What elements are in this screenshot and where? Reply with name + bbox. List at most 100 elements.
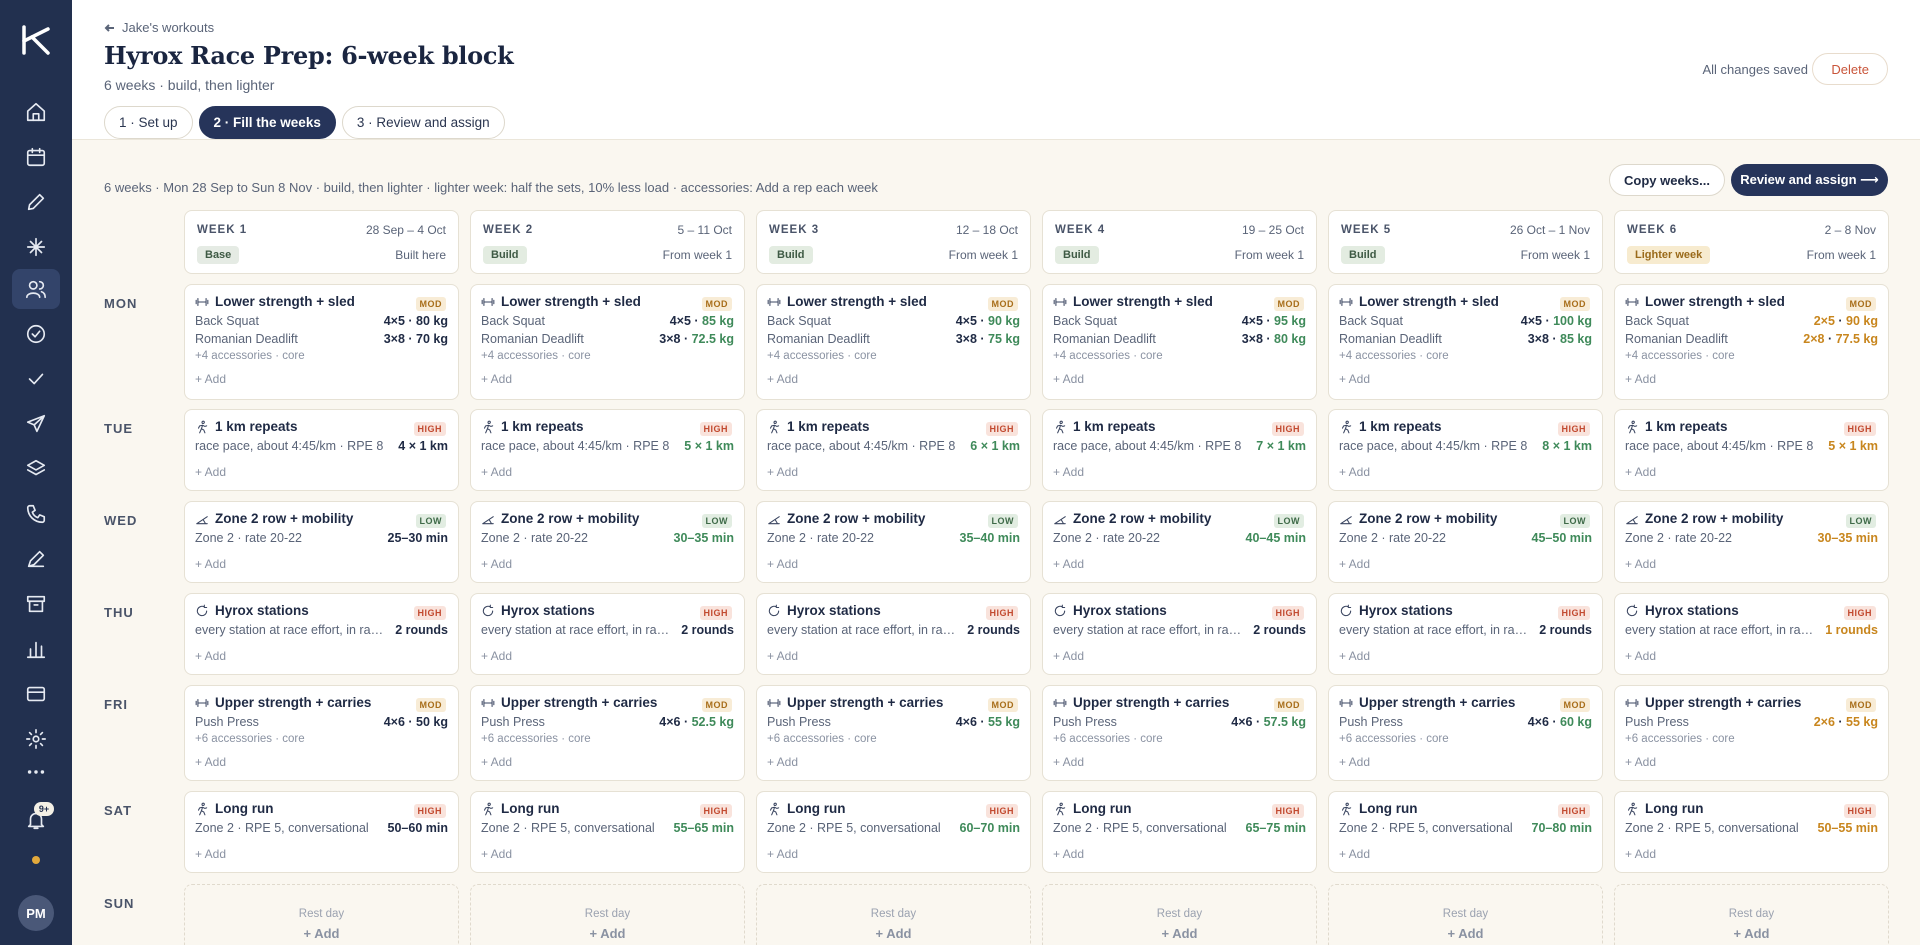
add-exercise-button[interactable]: + Add: [1053, 649, 1084, 663]
session-card[interactable]: Long run HIGH Zone 2 · RPE 5, conversation…: [470, 791, 745, 873]
session-card[interactable]: Hyrox stations HIGH every station at race …: [184, 593, 459, 675]
session-card[interactable]: 1 km repeats HIGH race pace, about 4:45/km…: [184, 409, 459, 491]
add-exercise-button[interactable]: + Add: [1625, 649, 1656, 663]
nav-library[interactable]: [12, 449, 60, 489]
add-exercise-button[interactable]: + Add: [481, 465, 512, 479]
session-card[interactable]: Lower strength + sled MOD Back Squat 4×5 · …: [184, 284, 459, 400]
copy-weeks-button[interactable]: Copy weeks...: [1609, 164, 1725, 196]
add-exercise-button[interactable]: + Add: [767, 557, 798, 571]
add-exercise-button[interactable]: + Add: [1053, 755, 1084, 769]
nav-progress[interactable]: [12, 314, 60, 354]
session-card[interactable]: Long run HIGH Zone 2 · RPE 5, conversation…: [1042, 791, 1317, 873]
session-card[interactable]: Lower strength + sled MOD Back Squat 4×5 · …: [1328, 284, 1603, 400]
session-card[interactable]: Upper strength + carries MOD Push Press 4×6…: [756, 685, 1031, 781]
nav-more[interactable]: [12, 752, 60, 792]
add-exercise-button[interactable]: + Add: [195, 847, 226, 861]
session-card[interactable]: Upper strength + carries MOD Push Press 4×6…: [1328, 685, 1603, 781]
session-card[interactable]: Hyrox stations HIGH every station at race …: [756, 593, 1031, 675]
add-exercise-button[interactable]: + Add: [1339, 755, 1370, 769]
add-exercise-button[interactable]: + Add: [195, 557, 226, 571]
session-card[interactable]: Lower strength + sled MOD Back Squat 4×5 · …: [1042, 284, 1317, 400]
rest-day-card[interactable]: Rest day + Add: [1614, 884, 1889, 945]
review-assign-button[interactable]: Review and assign ⟶: [1731, 164, 1888, 196]
breadcrumb-link[interactable]: Jake's workouts: [122, 20, 214, 35]
session-card[interactable]: Upper strength + carries MOD Push Press 4×6…: [1042, 685, 1317, 781]
rest-day-card[interactable]: Rest day + Add: [1042, 884, 1317, 945]
session-card[interactable]: Lower strength + sled MOD Back Squat 4×5 · …: [470, 284, 745, 400]
rest-day-card[interactable]: Rest day + Add: [756, 884, 1031, 945]
add-exercise-button[interactable]: + Add: [195, 649, 226, 663]
session-card[interactable]: Zone 2 row + mobility LOW Zone 2 · rate 20…: [1042, 501, 1317, 583]
add-exercise-button[interactable]: + Add: [481, 649, 512, 663]
add-exercise-button[interactable]: + Add: [1053, 372, 1084, 386]
add-exercise-button[interactable]: + Add: [767, 372, 798, 386]
session-card[interactable]: Zone 2 row + mobility LOW Zone 2 · rate 20…: [1328, 501, 1603, 583]
add-exercise-button[interactable]: + Add: [481, 847, 512, 861]
nav-clients[interactable]: [12, 269, 60, 309]
add-exercise-button[interactable]: + Add: [767, 465, 798, 479]
add-session-button[interactable]: + Add: [757, 926, 1030, 941]
add-exercise-button[interactable]: + Add: [767, 649, 798, 663]
add-session-button[interactable]: + Add: [1329, 926, 1602, 941]
add-exercise-button[interactable]: + Add: [1053, 557, 1084, 571]
add-exercise-button[interactable]: + Add: [1339, 465, 1370, 479]
breadcrumb[interactable]: Jake's workouts: [104, 20, 214, 35]
add-exercise-button[interactable]: + Add: [1625, 557, 1656, 571]
add-exercise-button[interactable]: + Add: [481, 372, 512, 386]
add-exercise-button[interactable]: + Add: [195, 372, 226, 386]
nav-calendar[interactable]: [12, 137, 60, 177]
session-card[interactable]: 1 km repeats HIGH race pace, about 4:45/km…: [756, 409, 1031, 491]
nav-billing[interactable]: [12, 674, 60, 714]
nav-home[interactable]: [12, 92, 60, 132]
step-fill-weeks[interactable]: 2 · Fill the weeks: [198, 106, 336, 139]
step-setup[interactable]: 1 · Set up: [104, 106, 193, 139]
nav-calls[interactable]: [12, 494, 60, 534]
session-card[interactable]: Lower strength + sled MOD Back Squat 4×5 · …: [756, 284, 1031, 400]
session-card[interactable]: Long run HIGH Zone 2 · RPE 5, conversation…: [1328, 791, 1603, 873]
nav-archive[interactable]: [12, 584, 60, 624]
session-card[interactable]: Upper strength + carries MOD Push Press 4×6…: [184, 685, 459, 781]
session-card[interactable]: 1 km repeats HIGH race pace, about 4:45/km…: [1042, 409, 1317, 491]
delete-button[interactable]: Delete: [1812, 53, 1888, 85]
add-exercise-button[interactable]: + Add: [1625, 372, 1656, 386]
user-avatar[interactable]: PM: [18, 895, 54, 931]
rest-day-card[interactable]: Rest day + Add: [1328, 884, 1603, 945]
nav-edit[interactable]: [12, 182, 60, 222]
session-card[interactable]: 1 km repeats HIGH race pace, about 4:45/km…: [470, 409, 745, 491]
add-exercise-button[interactable]: + Add: [1625, 847, 1656, 861]
step-review-assign[interactable]: 3 · Review and assign: [341, 106, 505, 139]
session-card[interactable]: Upper strength + carries MOD Push Press 4×6…: [470, 685, 745, 781]
session-card[interactable]: Zone 2 row + mobility LOW Zone 2 · rate 20…: [756, 501, 1031, 583]
app-logo[interactable]: [18, 23, 52, 57]
add-session-button[interactable]: + Add: [471, 926, 744, 941]
session-card[interactable]: 1 km repeats HIGH race pace, about 4:45/km…: [1614, 409, 1889, 491]
session-card[interactable]: Long run HIGH Zone 2 · RPE 5, conversation…: [184, 791, 459, 873]
session-card[interactable]: Hyrox stations HIGH every station at race …: [470, 593, 745, 675]
rest-day-card[interactable]: Rest day + Add: [470, 884, 745, 945]
add-exercise-button[interactable]: + Add: [767, 755, 798, 769]
session-card[interactable]: Long run HIGH Zone 2 · RPE 5, conversation…: [1614, 791, 1889, 873]
rest-day-card[interactable]: Rest day + Add: [184, 884, 459, 945]
session-card[interactable]: Zone 2 row + mobility LOW Zone 2 · rate 20…: [184, 501, 459, 583]
add-exercise-button[interactable]: + Add: [1339, 847, 1370, 861]
session-card[interactable]: Zone 2 row + mobility LOW Zone 2 · rate 20…: [1614, 501, 1889, 583]
nav-reports[interactable]: [12, 629, 60, 669]
nav-messages[interactable]: [12, 404, 60, 444]
add-exercise-button[interactable]: + Add: [481, 755, 512, 769]
session-card[interactable]: Lower strength + sled MOD Back Squat 2×5 · …: [1614, 284, 1889, 400]
nav-tasks[interactable]: [12, 359, 60, 399]
add-session-button[interactable]: + Add: [1043, 926, 1316, 941]
session-card[interactable]: Hyrox stations HIGH every station at race …: [1614, 593, 1889, 675]
session-card[interactable]: Long run HIGH Zone 2 · RPE 5, conversation…: [756, 791, 1031, 873]
add-exercise-button[interactable]: + Add: [1053, 847, 1084, 861]
add-exercise-button[interactable]: + Add: [1339, 649, 1370, 663]
add-exercise-button[interactable]: + Add: [481, 557, 512, 571]
nav-notes[interactable]: [12, 539, 60, 579]
session-card[interactable]: Hyrox stations HIGH every station at race …: [1042, 593, 1317, 675]
session-card[interactable]: Upper strength + carries MOD Push Press 2×6…: [1614, 685, 1889, 781]
nav-ai[interactable]: [12, 227, 60, 267]
session-card[interactable]: Hyrox stations HIGH every station at race …: [1328, 593, 1603, 675]
add-exercise-button[interactable]: + Add: [1053, 465, 1084, 479]
add-exercise-button[interactable]: + Add: [1625, 465, 1656, 479]
add-exercise-button[interactable]: + Add: [1339, 372, 1370, 386]
